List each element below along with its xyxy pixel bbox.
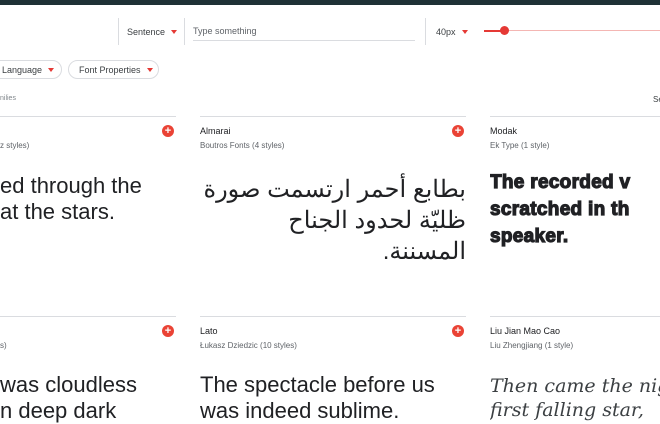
sample-line: Then came the nig [490,375,660,397]
plus-icon: + [454,325,462,337]
preview-type-label: Sentence [127,26,166,37]
preview-type-dropdown[interactable]: Sentence [127,18,178,45]
sample-line: first falling star, [490,399,644,421]
font-card-subtitle: Ek Type (1 style) [490,141,550,150]
font-size-dropdown[interactable]: 40px [436,18,468,45]
font-sample-text: The recorded v scratched in th speaker. [490,169,660,250]
add-font-button[interactable]: + [162,325,174,337]
font-card-subtitle: Liu Zhengjiang (1 style) [490,341,574,350]
sample-line: at the stars. [0,199,115,224]
sample-line: ed through the [0,173,142,198]
font-sample-text: Then came the nig first falling star, [490,374,660,422]
sample-line: المسننة. [382,238,466,265]
sample-line: The spectacle before us [200,372,435,397]
language-filter-chip[interactable]: Language [0,60,62,79]
chevron-down-icon [146,67,153,72]
font-card-subtitle: z styles) [0,141,30,150]
toolbar-divider [184,18,185,45]
font-properties-chip-label: Font Properties [79,64,141,75]
toolbar-divider [425,18,426,45]
font-card-subtitle: Boutros Fonts (4 styles) [200,141,285,150]
language-chip-label: Language [2,64,43,75]
chevron-down-icon [461,29,468,34]
font-card-title[interactable]: Almarai [200,126,231,136]
sample-line: was cloudless [0,372,137,397]
font-card-title[interactable]: Modak [490,126,517,136]
font-sample-text: was cloudless n deep dark [0,372,137,424]
sample-line: ظليّة لحدود الجناح [288,207,466,234]
card-divider [200,316,466,317]
add-font-button[interactable]: + [452,325,464,337]
card-divider [200,116,466,117]
font-sample-text: ed through the at the stars. [0,173,142,225]
font-card-title[interactable]: Lato [200,326,218,336]
plus-icon: + [454,125,462,137]
slider-thumb[interactable] [500,26,509,35]
slider-track [504,30,660,31]
toolbar-divider [118,18,119,45]
card-divider [0,116,176,117]
card-divider [0,316,176,317]
font-sample-text: The spectacle before us was indeed subli… [200,372,435,424]
top-app-bar [0,0,660,5]
font-size-slider[interactable] [484,26,660,36]
plus-icon: + [164,325,172,337]
chevron-down-icon [48,67,55,72]
preview-text-input[interactable] [193,24,415,41]
families-count-text: nilies [0,95,16,102]
card-divider [490,116,660,117]
font-sample-text: بطابع أحمر ارتسمت صورة ظليّة لحدود الجنا… [200,174,467,267]
font-card-subtitle: Łukasz Dziedzic (10 styles) [200,341,297,350]
preview-text-box [193,18,415,45]
plus-icon: + [164,125,172,137]
font-properties-filter-chip[interactable]: Font Properties [68,60,159,79]
sample-line: n deep dark [0,398,117,423]
sample-line: scratched in th [490,198,630,220]
sort-label-text[interactable]: Se [653,95,660,104]
sample-line: speaker. [490,225,569,247]
card-divider [490,316,660,317]
add-font-button[interactable]: + [162,125,174,137]
sample-line: The recorded v [490,171,631,193]
chevron-down-icon [171,29,178,34]
preview-toolbar: Sentence 40px [0,18,660,45]
font-card-subtitle: s) [0,341,7,350]
font-card-title[interactable]: Liu Jian Mao Cao [490,326,560,336]
font-size-label: 40px [436,26,456,37]
add-font-button[interactable]: + [452,125,464,137]
sample-line: بطابع أحمر ارتسمت صورة [203,176,467,203]
sample-line: was indeed sublime. [200,398,400,423]
